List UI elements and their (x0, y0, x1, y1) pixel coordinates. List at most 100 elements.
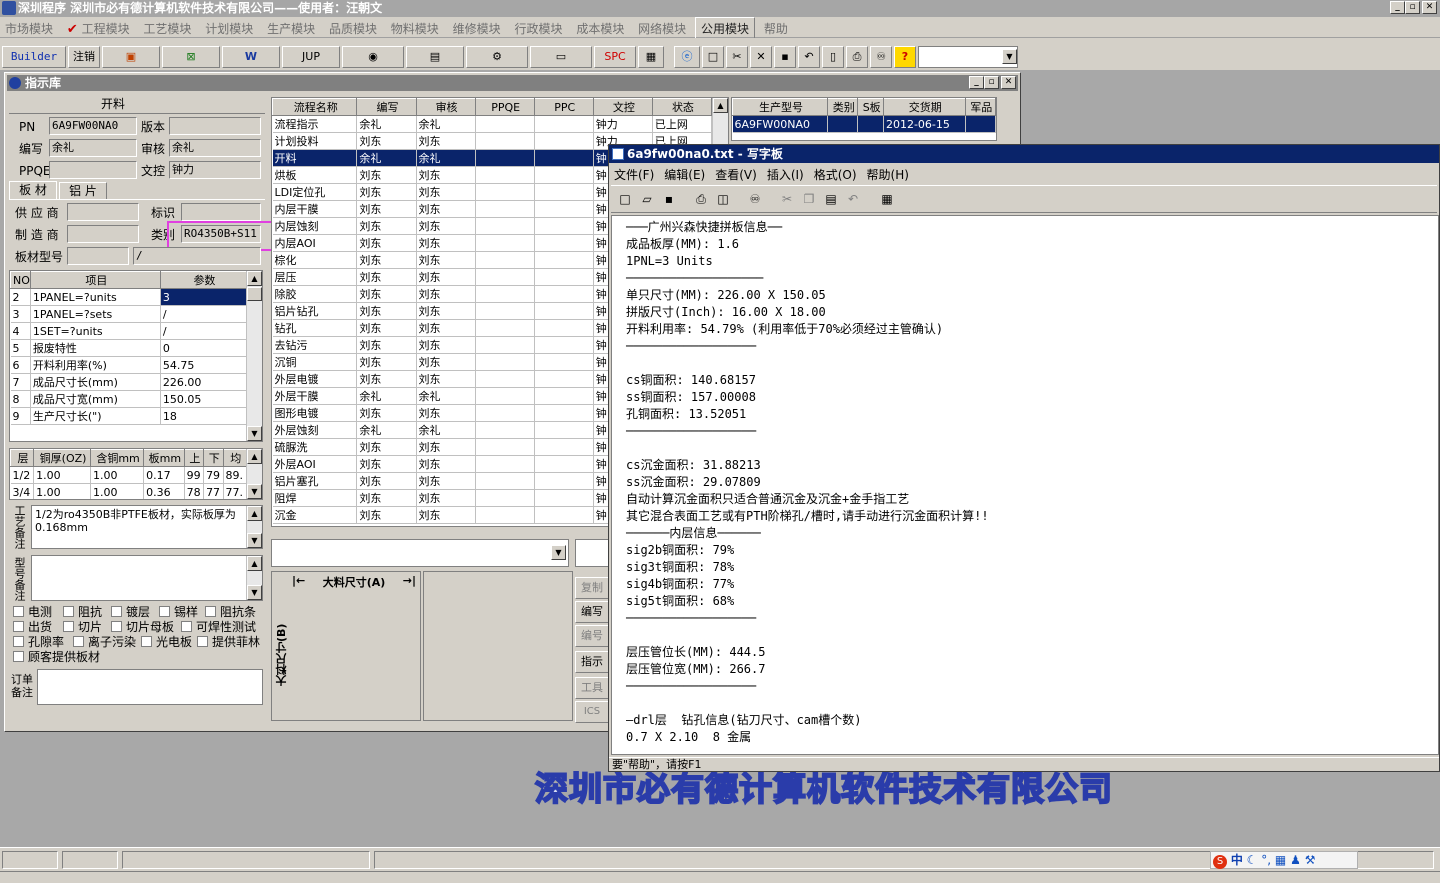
database-button[interactable]: ▤ (406, 46, 464, 68)
params-row[interactable]: 6 开料利用率(%) 54.75 (10, 356, 248, 374)
insert-date-icon[interactable]: ▦ (877, 189, 897, 209)
paste-icon[interactable]: ▤ (821, 189, 841, 209)
find-button[interactable]: ♾ (870, 46, 892, 68)
layers-row[interactable]: 1/2 1.00 1.00 0.17 99 79 89. (10, 466, 247, 484)
check-photo-board[interactable]: 光电板 (141, 635, 192, 649)
scroll-up-icon[interactable]: ▲ (247, 271, 262, 286)
check-tin-sample[interactable]: 锡样 (159, 605, 198, 619)
menu-public[interactable]: 公用模块 (695, 17, 756, 40)
computer-button[interactable]: ▭ (530, 46, 592, 68)
menu-cost[interactable]: 成本模块 (571, 18, 629, 39)
scroll-down-icon[interactable]: ▼ (247, 426, 262, 441)
menu-help[interactable]: 帮助 (759, 18, 793, 39)
logout-button[interactable]: 注销 (68, 46, 100, 68)
layers-row[interactable]: 3/4 1.00 1.00 0.36 78 77 77. (10, 483, 247, 499)
close-button[interactable]: ✕ (1422, 1, 1437, 14)
tab-aluminum[interactable]: 铝 片 (59, 182, 107, 199)
params-row[interactable]: 2 1PANEL=?units 3 (10, 288, 248, 306)
supplier-field[interactable] (67, 203, 139, 221)
flow-combo[interactable]: ▼ (271, 539, 569, 567)
check-porosity[interactable]: 孔隙率 (13, 635, 64, 649)
preview-button[interactable]: ▯ (822, 46, 844, 68)
wordpad-document[interactable]: ───广州兴森快捷拼板信息── 成品板厚(MM): 1.6 1PNL=3 Units… (611, 215, 1439, 755)
scroll-up-icon[interactable]: ▲ (247, 556, 262, 571)
write-button[interactable]: 编写 (575, 601, 609, 623)
print-preview-icon[interactable]: ◫ (713, 189, 733, 209)
params-row[interactable]: 3 1PANEL=?sets / (10, 305, 248, 323)
wp-menu-file[interactable]: 文件(F) (609, 164, 659, 185)
new-button[interactable]: □ (702, 46, 724, 68)
flow-row[interactable]: 流程指示 余礼 余礼 钟力 已上网 (272, 115, 713, 133)
menu-admin[interactable]: 行政模块 (509, 18, 567, 39)
chevron-down-icon[interactable]: ▼ (1002, 49, 1017, 64)
tool-button[interactable]: 工具 (575, 677, 609, 699)
powerpoint-button[interactable]: ▣ (102, 46, 160, 68)
copy-icon[interactable]: ❐ (799, 189, 819, 209)
scroll-down-icon[interactable]: ▼ (247, 484, 262, 499)
menu-material[interactable]: 物料模块 (386, 18, 444, 39)
check-ion-contamination[interactable]: 离子污染 (73, 635, 136, 649)
binoculars-icon[interactable]: ♾ (745, 189, 765, 209)
menu-plan[interactable]: 计划模块 (200, 18, 258, 39)
toolbar-combo[interactable]: ▼ (918, 46, 1018, 68)
check-plating[interactable]: 镀层 (111, 605, 150, 619)
chevron-down-icon[interactable]: ▼ (551, 545, 566, 560)
menu-market[interactable]: 市场模块 (0, 18, 58, 39)
library-restore-button[interactable]: ▫ (984, 76, 999, 89)
model-field-2[interactable]: / (133, 247, 261, 265)
params-row[interactable]: 9 生产尺寸长(") 18 (10, 407, 248, 425)
instruct-button[interactable]: 指示 (575, 651, 609, 673)
save-button[interactable]: ▪ (774, 46, 796, 68)
check-solderability[interactable]: 可焊性测试 (181, 620, 256, 634)
word-button[interactable]: W (222, 46, 280, 68)
craft-note-scrollbar[interactable]: ▲ ▼ (246, 506, 262, 548)
check-impedance[interactable]: 阻抗 (63, 605, 102, 619)
type-note-text[interactable]: ▲ ▼ (31, 555, 263, 601)
flow-combo-2[interactable] (575, 539, 611, 567)
craft-note-text[interactable]: 1/2为ro4350B非PTFE板材，实际板厚为0.168mm ▲ ▼ (31, 505, 263, 549)
ime-bar[interactable]: S 中 ☾ °, ▦ ♟ ⚒ (1210, 851, 1358, 869)
cut-icon[interactable]: ✂ (777, 189, 797, 209)
wp-menu-help[interactable]: 帮助(H) (862, 164, 914, 185)
scroll-down-icon[interactable]: ▼ (247, 585, 262, 600)
calculator-button[interactable]: ▦ (638, 46, 664, 68)
check-impedance-strip[interactable]: 阻抗条 (205, 605, 256, 619)
layers-scrollbar[interactable]: ▲ ▼ (246, 449, 262, 499)
mark-field[interactable] (181, 203, 261, 221)
model-field[interactable] (67, 247, 129, 265)
check-slice-mother[interactable]: 切片母板 (111, 620, 174, 634)
menu-network[interactable]: 网络模块 (633, 18, 691, 39)
number-button[interactable]: 编号 (575, 625, 609, 647)
ics-button[interactable]: ICS (575, 701, 609, 723)
wp-menu-insert[interactable]: 插入(I) (762, 164, 809, 185)
delete-button[interactable]: ✕ (750, 46, 772, 68)
tab-sheet-material[interactable]: 板 材 (9, 181, 57, 199)
undo-button[interactable]: ↶ (798, 46, 820, 68)
check-shipment[interactable]: 出货 (13, 620, 52, 634)
menu-quality[interactable]: 品质模块 (324, 18, 382, 39)
type-note-scrollbar[interactable]: ▲ ▼ (246, 556, 262, 600)
wp-menu-format[interactable]: 格式(O) (809, 164, 862, 185)
jup-button[interactable]: JUP (282, 46, 340, 68)
params-row[interactable]: 5 报废特性 0 (10, 339, 248, 357)
scroll-down-icon[interactable]: ▼ (247, 533, 262, 548)
menu-production[interactable]: 生产模块 (262, 18, 320, 39)
ie-button[interactable]: ⓔ (674, 46, 700, 68)
menu-craft[interactable]: 工艺模块 (138, 18, 196, 39)
pn-field[interactable]: 6A9FW00NA0 (49, 117, 137, 135)
copy-button[interactable]: 复制 (575, 577, 609, 599)
cut-button[interactable]: ✂ (726, 46, 748, 68)
wp-menu-edit[interactable]: 编辑(E) (659, 164, 710, 185)
check-customer-material[interactable]: 顾客提供板材 (13, 650, 100, 664)
builder-button[interactable]: Builder (2, 46, 66, 68)
check-slice[interactable]: 切片 (63, 620, 102, 634)
ppqe-field[interactable] (49, 161, 137, 179)
minimize-button[interactable]: _ (1390, 1, 1405, 14)
check-electric-test[interactable]: 电测 (13, 605, 52, 619)
maker-field[interactable] (67, 225, 139, 243)
params-row[interactable]: 7 成品尺寸长(mm) 226.00 (10, 373, 248, 391)
orders-row[interactable]: 6A9FW00NA0 2012-06-15 (732, 115, 996, 133)
new-icon[interactable]: □ (615, 189, 635, 209)
print-button[interactable]: ⎙ (846, 46, 868, 68)
spc-button[interactable]: SPC (594, 46, 636, 68)
